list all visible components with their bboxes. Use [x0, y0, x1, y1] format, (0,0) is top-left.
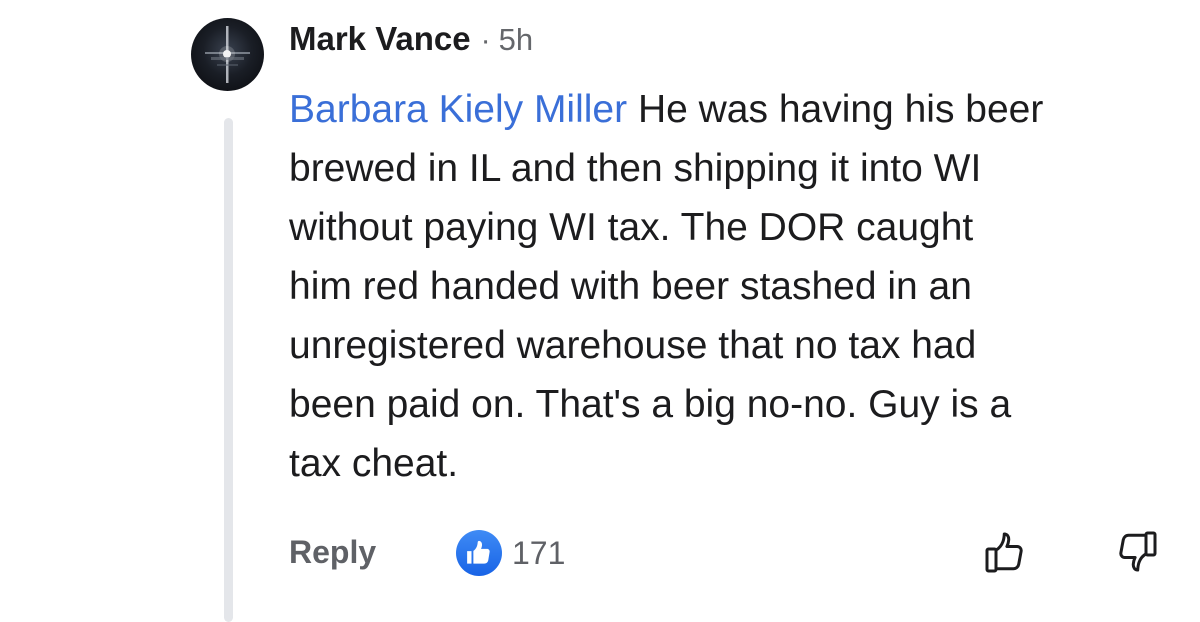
thumbs-up-outline-icon[interactable] — [982, 528, 1030, 576]
thumbs-up-reaction-icon — [456, 530, 502, 576]
reaction-summary[interactable]: 171 — [456, 530, 565, 576]
mention-link[interactable]: Barbara Kiely Miller — [289, 88, 627, 131]
comment-timestamp[interactable]: 5h — [499, 22, 533, 58]
thumbs-down-outline-icon[interactable] — [1112, 528, 1160, 576]
author-name[interactable]: Mark Vance — [289, 20, 471, 58]
comment-text: Barbara Kiely Miller He was having his b… — [289, 80, 1189, 493]
comment-body-text: He was having his beer brewed in IL and … — [289, 88, 1044, 485]
reply-thread-line — [224, 118, 233, 622]
reply-button[interactable]: Reply — [289, 534, 376, 571]
reaction-count: 171 — [512, 534, 566, 571]
header-separator: · — [480, 24, 491, 57]
comment-header: Mark Vance · 5h — [289, 20, 533, 64]
user-avatar[interactable] — [191, 18, 264, 91]
comment-actions: Reply 171 — [289, 528, 1169, 580]
avatar-image — [205, 26, 250, 83]
